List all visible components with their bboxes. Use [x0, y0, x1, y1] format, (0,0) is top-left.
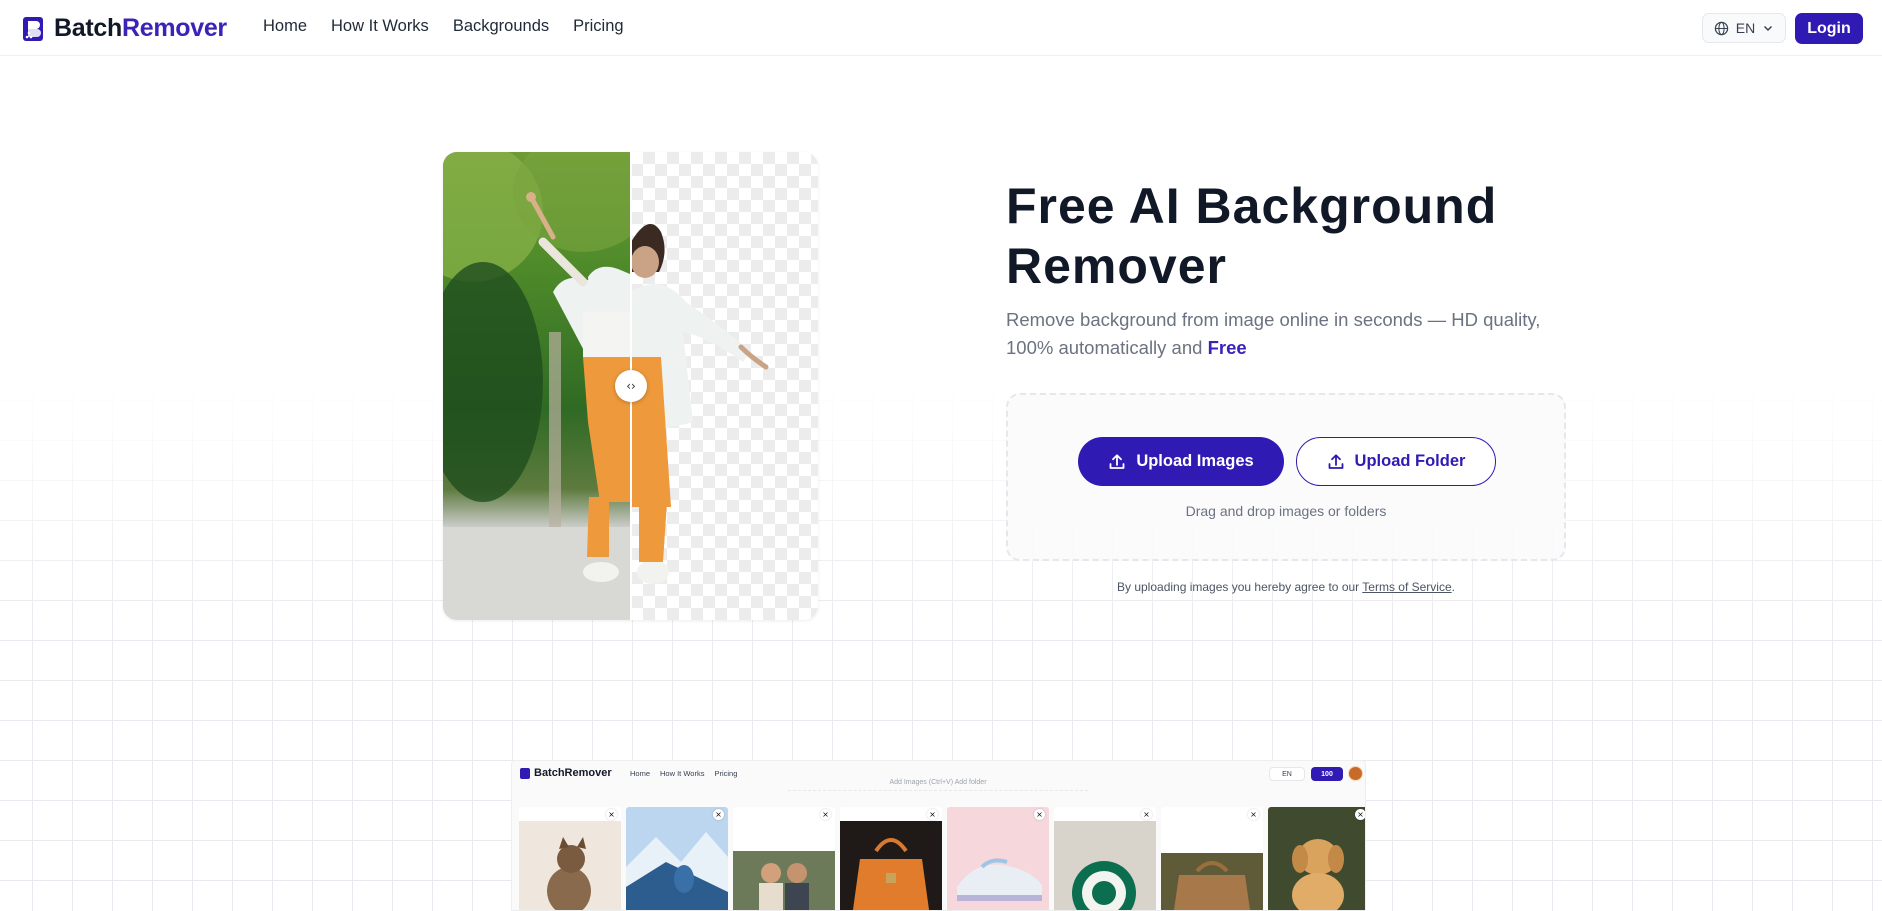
thumb-starbucks: ×	[1054, 807, 1156, 910]
chevron-down-icon	[1764, 25, 1773, 32]
app-preview: BatchRemover Home How It Works Pricing A…	[511, 760, 1366, 911]
login-button[interactable]: Login	[1795, 13, 1863, 44]
site-header: BatchRemover Home How It Works Backgroun…	[0, 0, 1882, 56]
preview-language: EN	[1269, 767, 1305, 781]
upload-images-label: Upload Images	[1136, 452, 1254, 470]
hero-subtitle: Remove background from image online in s…	[1006, 306, 1566, 362]
hero-subtitle-text: Remove background from image online in s…	[1006, 309, 1541, 358]
terms-of-service-link[interactable]: Terms of Service	[1362, 580, 1451, 594]
hero-title: Free AI Background Remover	[1006, 178, 1498, 294]
sneaker-image	[947, 807, 1049, 910]
preview-logo: BatchRemover	[520, 767, 612, 779]
starbucks-logo-image	[1054, 821, 1156, 910]
preview-upload-hint: Add Images (Ctrl+V) Add folder	[788, 779, 1088, 791]
globe-icon	[1714, 21, 1728, 35]
thumb-orange-bag: ×	[840, 807, 942, 910]
logo-icon	[23, 16, 43, 41]
preview-nav-home: Home	[630, 769, 651, 778]
terms-prefix: By uploading images you hereby agree to …	[1117, 580, 1363, 594]
thumb-sneaker: ×	[947, 807, 1049, 910]
original-photo-scene	[443, 152, 653, 620]
upload-icon	[1109, 453, 1125, 469]
preview-header: BatchRemover Home How It Works Pricing A…	[512, 761, 1365, 791]
upload-folder-label: Upload Folder	[1354, 452, 1466, 470]
close-icon: ×	[1248, 809, 1259, 820]
hero-subtitle-free: Free	[1207, 337, 1247, 358]
logo-text-remover: Remover	[121, 14, 227, 42]
nav-pricing[interactable]: Pricing	[573, 17, 623, 36]
preview-credits-badge: 100	[1311, 767, 1343, 781]
preview-nav: Home How It Works Pricing	[630, 769, 737, 778]
close-icon: ×	[820, 809, 831, 820]
logo[interactable]: BatchRemover	[22, 14, 227, 43]
orange-bag-image	[840, 821, 942, 910]
close-icon: ×	[1034, 809, 1045, 820]
nav-how-it-works[interactable]: How It Works	[331, 17, 429, 36]
logo-text-batch: Batch	[54, 14, 122, 42]
close-icon: ×	[927, 809, 938, 820]
language-label: EN	[1735, 20, 1756, 36]
preview-logo-icon	[520, 767, 530, 779]
close-icon: ×	[713, 809, 724, 820]
close-icon: ×	[1355, 809, 1365, 820]
language-selector[interactable]: EN	[1702, 13, 1786, 43]
couple-image	[733, 851, 835, 910]
upload-folder-button[interactable]: Upload Folder	[1296, 437, 1496, 486]
upload-icon	[1328, 453, 1343, 469]
original-photo	[443, 152, 653, 620]
thumb-puppy: ×	[1268, 807, 1365, 910]
preview-avatar	[1348, 766, 1363, 781]
preview-nav-pricing: Pricing	[714, 769, 738, 778]
thumb-skier: ×	[626, 807, 728, 910]
logo-text: BatchRemover	[54, 14, 227, 43]
upload-images-button[interactable]: Upload Images	[1078, 437, 1284, 486]
thumb-leather-bag: ×	[1161, 807, 1263, 910]
preview-logo-text: BatchRemover	[534, 767, 612, 779]
terms-notice: By uploading images you hereby agree to …	[1006, 580, 1566, 594]
main-nav: Home How It Works Backgrounds Pricing	[263, 17, 624, 36]
comparison-slider-handle[interactable]: ‹›	[615, 370, 647, 402]
close-icon: ×	[606, 809, 617, 820]
skier-image	[626, 807, 728, 910]
before-after-comparison[interactable]: ‹›	[443, 152, 818, 620]
drag-drop-hint: Drag and drop images or folders	[1185, 503, 1387, 519]
upload-dropzone[interactable]: Upload Images Upload Folder Drag and dro…	[1006, 393, 1566, 561]
leather-bag-image	[1161, 853, 1263, 910]
cat-image	[519, 821, 621, 910]
thumb-cat: ×	[519, 807, 621, 910]
nav-backgrounds[interactable]: Backgrounds	[453, 17, 549, 36]
close-icon: ×	[1141, 809, 1152, 820]
terms-suffix: .	[1451, 580, 1455, 594]
thumb-couple: ×	[733, 807, 835, 910]
preview-thumbnail-row: × × × × × × × ×	[519, 807, 1365, 910]
nav-home[interactable]: Home	[263, 17, 307, 36]
cutout-person	[631, 224, 769, 584]
removed-background-photo	[631, 152, 818, 620]
puppy-image	[1268, 807, 1365, 910]
preview-nav-how-it-works: How It Works	[660, 769, 705, 778]
